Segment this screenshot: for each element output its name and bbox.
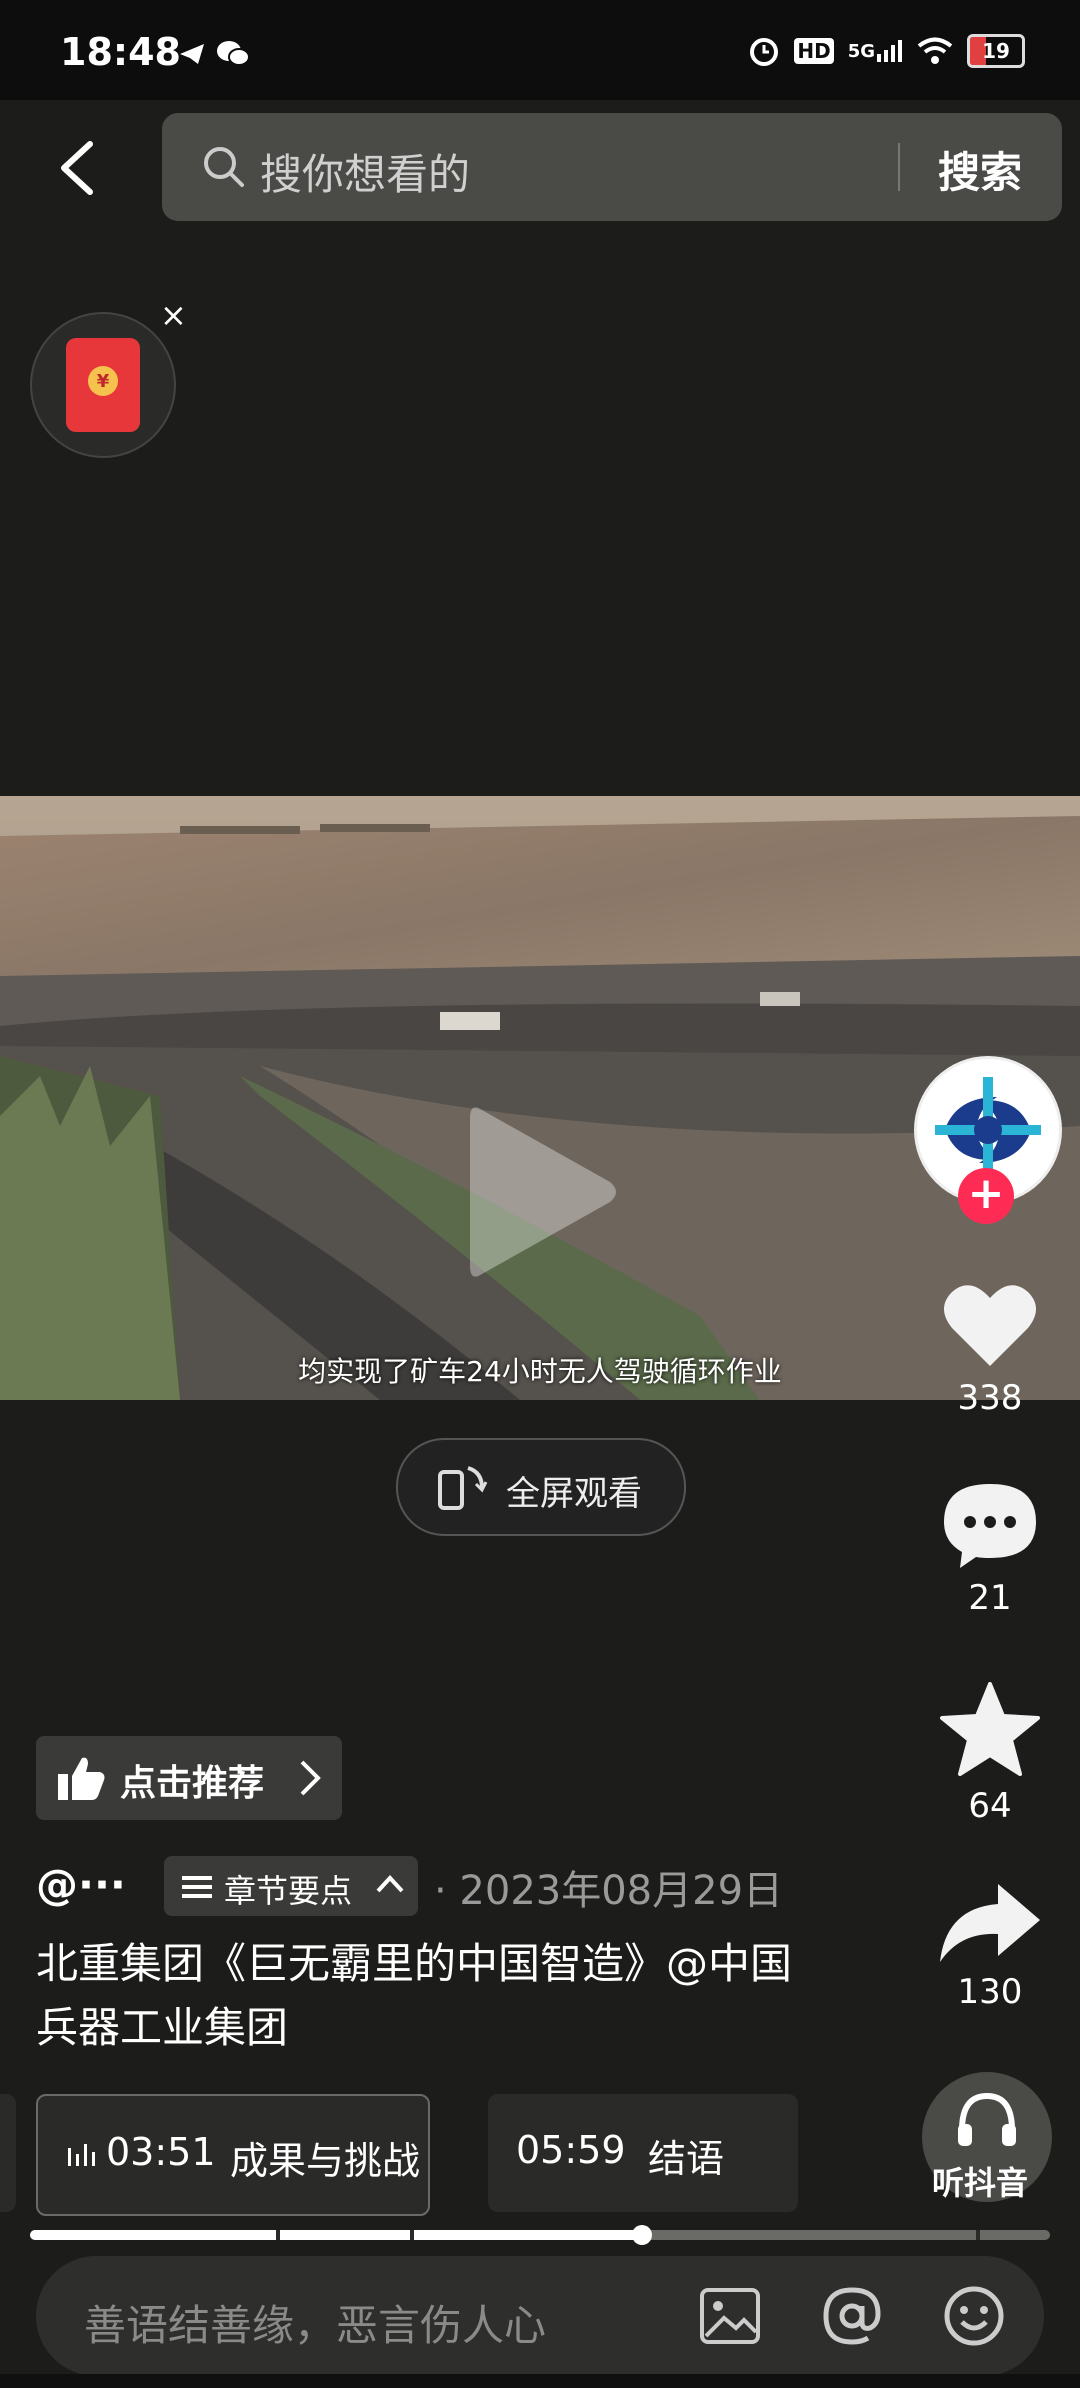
share-arrow-icon: [940, 1884, 1040, 1962]
red-packet-icon: ¥: [66, 338, 140, 432]
rotate-phone-icon: [438, 1466, 488, 1510]
post-date: · 2023年08月29日: [434, 1868, 784, 1914]
recommend-label: 点击推荐: [120, 1763, 265, 1804]
audio-bars-icon: [68, 2144, 95, 2166]
share-count: 130: [957, 1972, 1023, 2012]
chapter-time: 03:51: [106, 2130, 216, 2174]
alarm-icon: [750, 38, 779, 66]
chapter-summary-label: 章节要点: [224, 1872, 353, 1910]
video-player[interactable]: [0, 796, 1080, 1400]
signal-icon: [877, 40, 902, 62]
image-icon[interactable]: [698, 2284, 762, 2348]
thumbs-up-icon: [58, 1757, 105, 1800]
star-icon: [940, 1682, 1040, 1776]
status-time: 18:48: [60, 30, 181, 74]
share-button[interactable]: 130: [920, 1880, 1060, 2012]
comment-count: 21: [968, 1578, 1012, 1618]
emoji-icon[interactable]: [942, 2284, 1006, 2348]
chapter-name: 成果与挑战: [230, 2139, 421, 2183]
heart-icon: [944, 1285, 1036, 1366]
chevron-up-icon: [376, 1875, 404, 1893]
search-bar[interactable]: 搜你想看的 搜索: [162, 113, 1062, 221]
fullscreen-label: 全屏观看: [506, 1474, 642, 1514]
author-handle[interactable]: @···: [36, 1860, 126, 1909]
follow-button[interactable]: +: [958, 1168, 1014, 1224]
list-icon: [182, 1876, 212, 1898]
favorite-count: 64: [968, 1786, 1012, 1826]
chapter-name: 结语: [648, 2137, 725, 2181]
search-input[interactable]: 搜你想看的: [260, 141, 470, 202]
chapter-marker: [276, 2230, 280, 2240]
hd-badge: HD: [794, 38, 834, 64]
bottom-strip: [0, 2374, 1080, 2388]
battery-indicator: 19: [967, 34, 1025, 68]
like-count: 338: [957, 1378, 1023, 1418]
chevron-right-icon: [300, 1760, 321, 1796]
mention-icon[interactable]: [820, 2284, 884, 2348]
video-subtitle: 均实现了矿车24小时无人驾驶循环作业: [298, 1355, 782, 1388]
progress-fill: [30, 2230, 642, 2240]
favorite-button[interactable]: 64: [920, 1682, 1060, 1826]
telegram-icon: [180, 44, 204, 64]
chapter-marker: [410, 2230, 414, 2240]
red-packet-coin: ¥: [88, 366, 118, 396]
chapter-marker: [976, 2230, 980, 2240]
fullscreen-button[interactable]: 全屏观看: [396, 1438, 686, 1536]
recommend-button[interactable]: 点击推荐: [36, 1736, 342, 1820]
back-arrow-icon[interactable]: [52, 138, 102, 198]
progress-thumb[interactable]: [632, 2225, 652, 2245]
comment-bubble-icon: [944, 1484, 1036, 1568]
headphones-icon: [958, 2092, 1016, 2146]
chapter-card-active[interactable]: 03:51 成果与挑战: [36, 2094, 430, 2216]
chapter-time: 05:59: [516, 2128, 626, 2172]
post-title[interactable]: 北重集团《巨无霸里的中国智造》@中国兵器工业集团: [36, 1932, 816, 2060]
video-frame: [0, 796, 1080, 1400]
search-button[interactable]: 搜索: [938, 139, 1022, 200]
search-icon: [204, 147, 244, 187]
chapter-card-previous[interactable]: [0, 2094, 16, 2212]
comment-input-bar[interactable]: 善语结善缘，恶言伤人心: [36, 2256, 1044, 2376]
chapter-card-next[interactable]: 05:59 结语: [488, 2094, 798, 2212]
like-button[interactable]: 338: [920, 1282, 1060, 1418]
red-packet-widget[interactable]: ¥: [30, 312, 176, 458]
search-divider: [898, 143, 900, 191]
red-packet-close-button[interactable]: ×: [160, 296, 187, 334]
play-icon[interactable]: [462, 1100, 622, 1284]
chapter-summary-toggle[interactable]: 章节要点: [164, 1856, 418, 1916]
status-icons: HD 5G 19: [748, 34, 1025, 68]
network-label: 5G: [848, 40, 903, 62]
listen-douyin-label: 听抖音: [932, 2164, 1029, 2202]
playback-progress[interactable]: [30, 2225, 1050, 2245]
wifi-icon: [917, 37, 953, 64]
wechat-icon: [217, 41, 250, 66]
status-bar: 18:48 HD 5G 19: [0, 0, 1080, 100]
comment-button[interactable]: 21: [920, 1480, 1060, 1618]
comment-input[interactable]: 善语结善缘，恶言伤人心: [84, 2292, 546, 2353]
